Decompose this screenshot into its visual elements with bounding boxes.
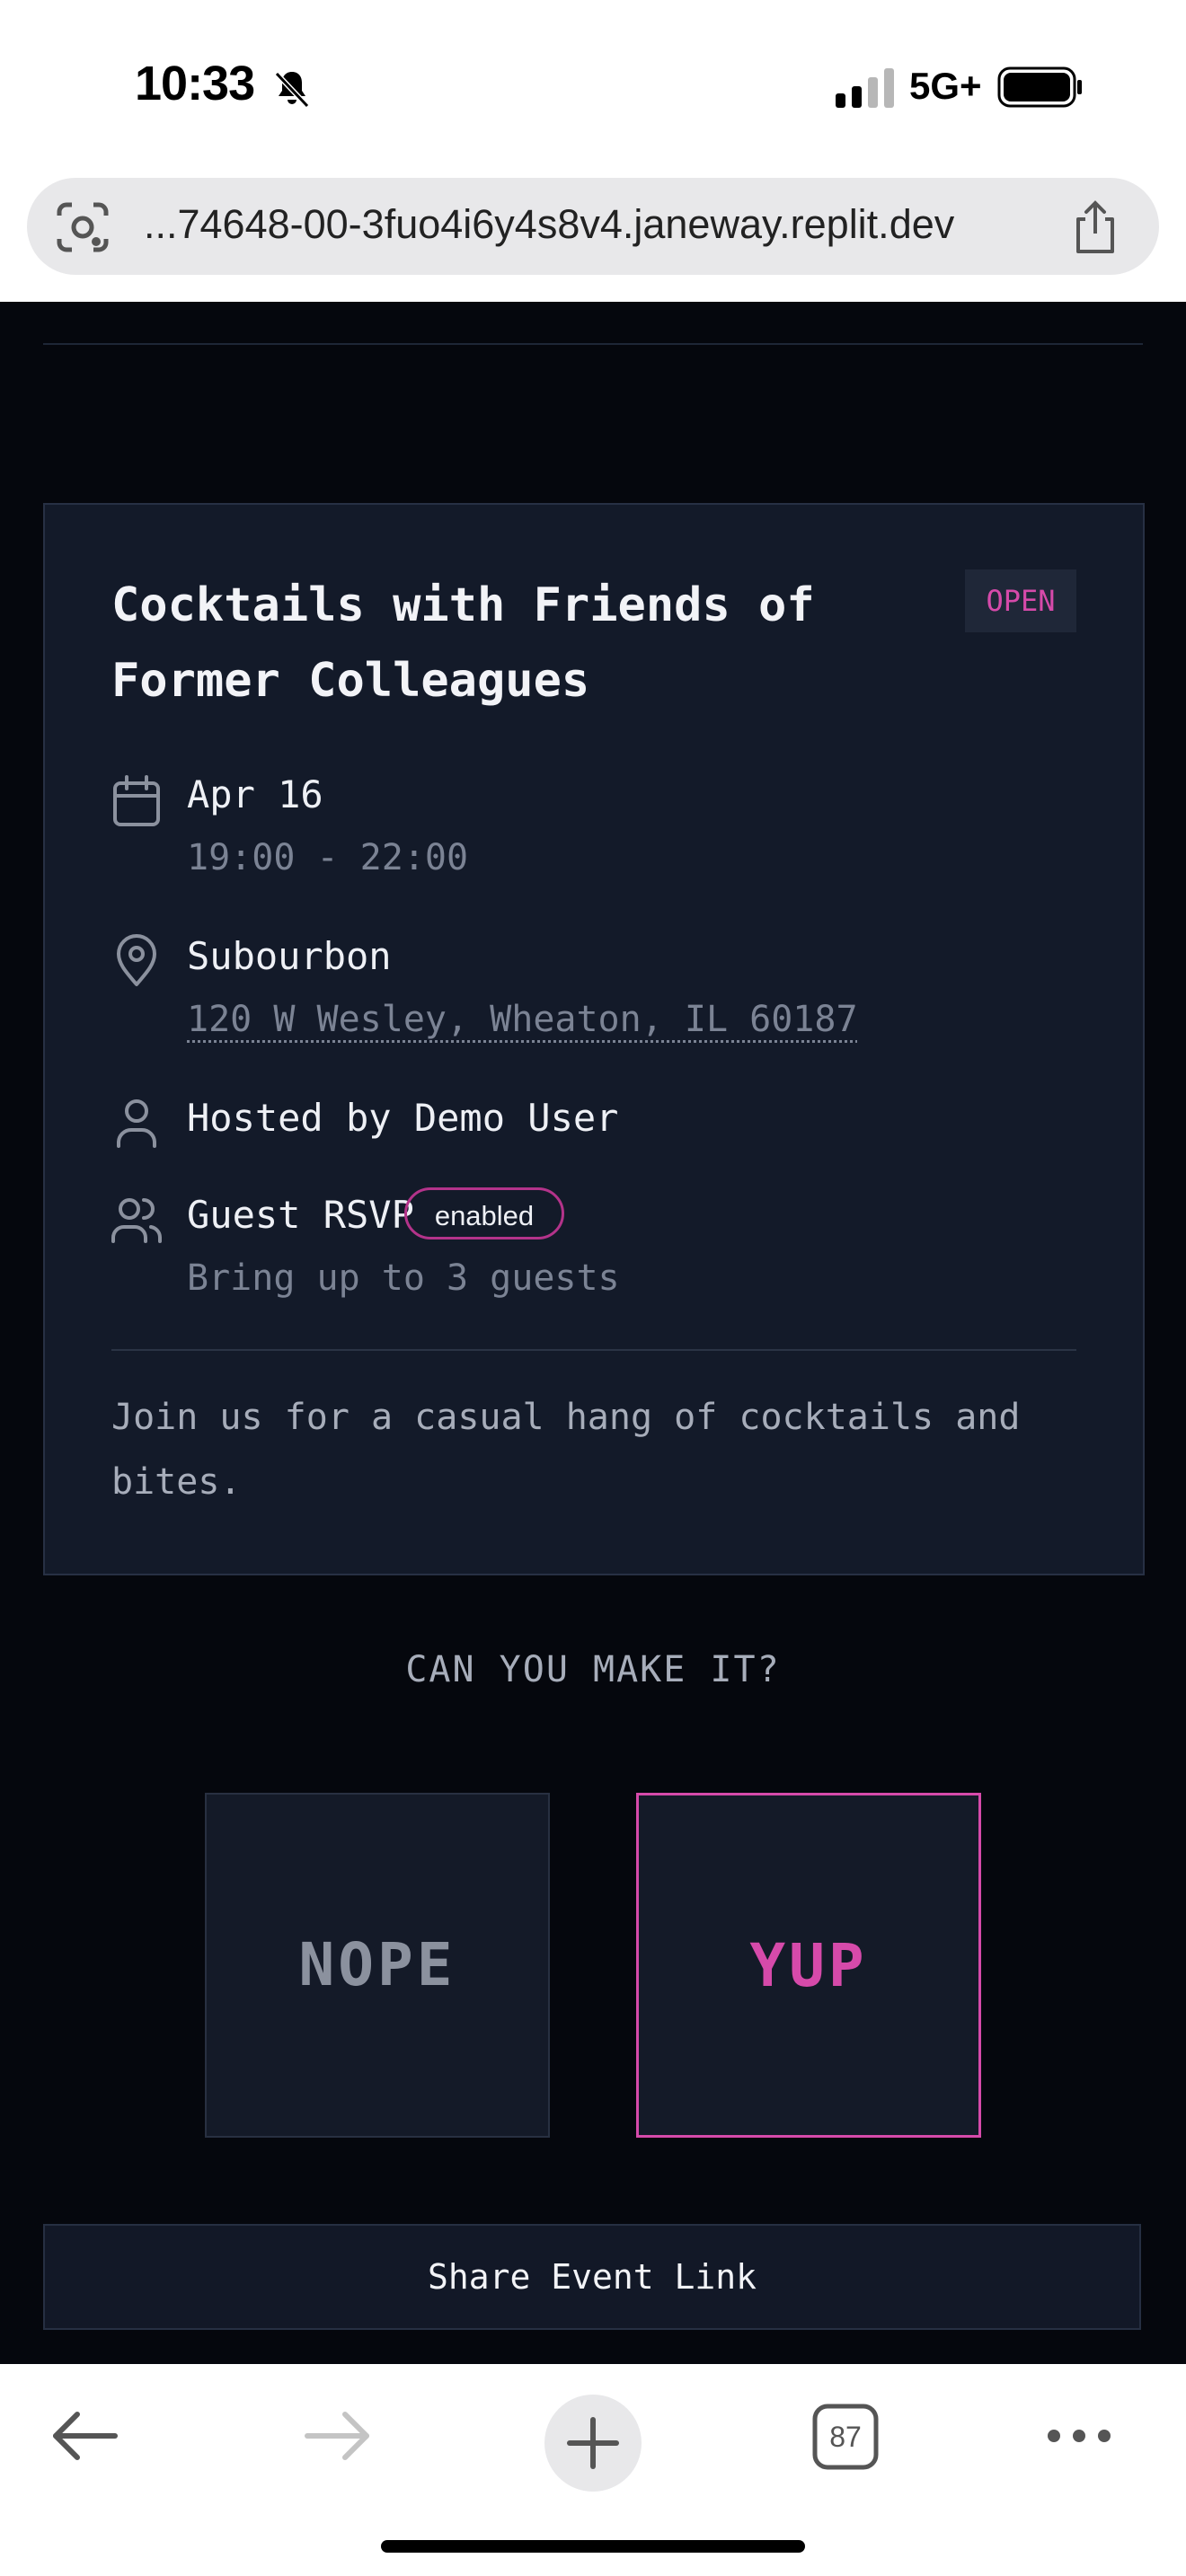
home-indicator xyxy=(381,2540,805,2553)
event-time: 19:00 - 22:00 xyxy=(187,837,469,878)
tab-switcher-button[interactable]: 87 xyxy=(812,2404,879,2470)
event-date: Apr 16 xyxy=(187,772,323,816)
venue-address-link[interactable]: 120 W Wesley, Wheaton, IL 60187 xyxy=(187,999,858,1040)
share-event-link-button[interactable]: Share Event Link xyxy=(43,2224,1141,2330)
event-host: Hosted by Demo User xyxy=(187,1096,619,1140)
more-options-icon[interactable] xyxy=(1046,2423,1112,2448)
back-arrow-icon[interactable] xyxy=(50,2409,120,2463)
calendar-icon xyxy=(113,775,160,826)
browser-top-bar: ...74648-00-3fuo4i6y4s8v4.janeway.replit… xyxy=(0,176,1186,302)
new-tab-button[interactable] xyxy=(544,2395,642,2492)
users-icon xyxy=(111,1198,162,1243)
location-pin-icon xyxy=(117,934,156,986)
guest-rsvp-label: Guest RSVP xyxy=(187,1193,414,1237)
silent-bell-icon xyxy=(274,71,310,109)
guest-limit: Bring up to 3 guests xyxy=(187,1257,620,1299)
plus-icon xyxy=(567,2417,619,2469)
event-card: Cocktails with Friends of Former Colleag… xyxy=(43,503,1145,1575)
battery-icon xyxy=(997,66,1082,108)
share-icon[interactable] xyxy=(1069,199,1121,255)
tab-count: 87 xyxy=(829,2421,862,2453)
forward-arrow-icon[interactable] xyxy=(302,2409,372,2463)
user-icon xyxy=(117,1099,156,1148)
guest-rsvp-badge: enabled xyxy=(404,1187,564,1239)
event-description: Join us for a casual hang of cocktails a… xyxy=(111,1397,1021,1503)
rsvp-yup-button[interactable]: YUP xyxy=(636,1793,981,2138)
address-bar[interactable]: ...74648-00-3fuo4i6y4s8v4.janeway.replit… xyxy=(27,178,1159,275)
status-time: 10:33 xyxy=(135,57,255,110)
divider xyxy=(43,343,1143,345)
url-text[interactable]: ...74648-00-3fuo4i6y4s8v4.janeway.replit… xyxy=(144,201,954,248)
cellular-signal-icon xyxy=(836,68,894,108)
status-badge: OPEN xyxy=(965,569,1076,632)
rsvp-nope-button[interactable]: NOPE xyxy=(205,1793,550,2138)
event-page: Cocktails with Friends of Former Colleag… xyxy=(0,302,1186,2364)
venue-name: Subourbon xyxy=(187,934,392,978)
browser-bottom-bar: 87 xyxy=(0,2364,1186,2576)
divider xyxy=(111,1349,1076,1351)
network-type: 5G+ xyxy=(909,65,982,107)
event-title: Cocktails with Friends of Former Colleag… xyxy=(111,578,815,708)
lens-search-icon[interactable] xyxy=(56,201,110,253)
status-bar: 10:33 5G+ xyxy=(0,0,1186,176)
rsvp-question: CAN YOU MAKE IT? xyxy=(405,1649,781,1690)
